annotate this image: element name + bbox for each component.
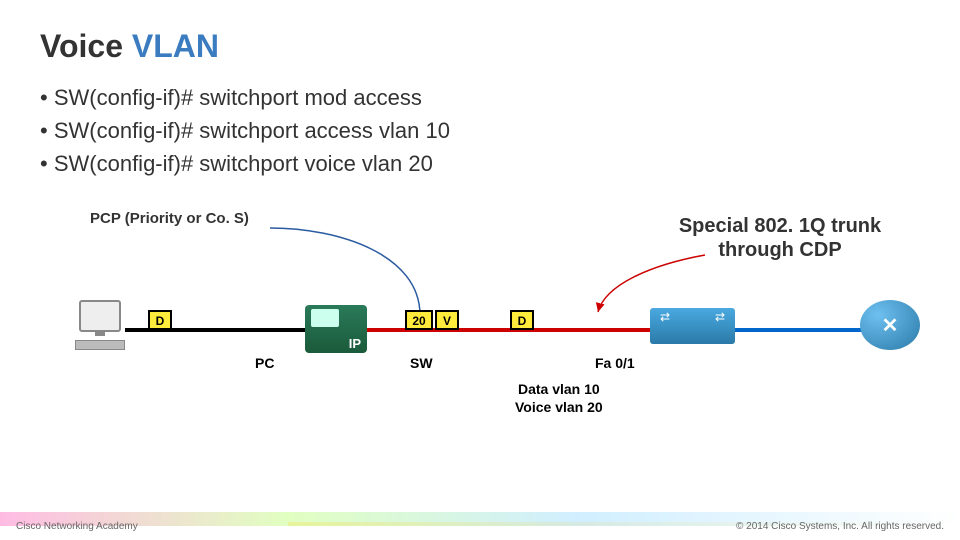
title-highlight: VLAN	[132, 28, 219, 64]
footer-right: © 2014 Cisco Systems, Inc. All rights re…	[736, 521, 944, 532]
tag-vlan20: 20	[405, 310, 433, 330]
router-glyph: ✕	[882, 313, 899, 338]
title-prefix: Voice	[40, 28, 132, 64]
phone-ip-label: IP	[349, 336, 361, 351]
pcp-arrow	[90, 220, 430, 320]
vlan-info: Data vlan 10 Voice vlan 20	[515, 380, 603, 416]
switch-icon	[650, 308, 735, 344]
config-bullets: SW(config-if)# switchport mod access SW(…	[40, 83, 920, 179]
fa-label: Fa 0/1	[595, 355, 635, 371]
network-diagram: PCP (Priority or Co. S) Special 802. 1Q …	[40, 210, 920, 430]
sw-label: SW	[410, 355, 433, 371]
bullet-item: SW(config-if)# switchport voice vlan 20	[40, 149, 920, 180]
footer-left: Cisco Networking Academy	[16, 521, 138, 532]
special-trunk-label: Special 802. 1Q trunk through CDP	[660, 214, 900, 262]
bullet-item: SW(config-if)# switchport access vlan 10	[40, 116, 920, 147]
tag-data-1: D	[148, 310, 172, 330]
bullet-item: SW(config-if)# switchport mod access	[40, 83, 920, 114]
page-title: Voice VLAN	[40, 28, 920, 65]
pcp-label: PCP (Priority or Co. S)	[90, 210, 249, 227]
pc-icon	[70, 300, 130, 360]
router-icon: ✕	[860, 300, 920, 350]
ip-phone-icon: IP	[305, 305, 367, 353]
tag-data-2: D	[510, 310, 534, 330]
pc-label: PC	[255, 355, 274, 371]
tag-voice: V	[435, 310, 459, 330]
